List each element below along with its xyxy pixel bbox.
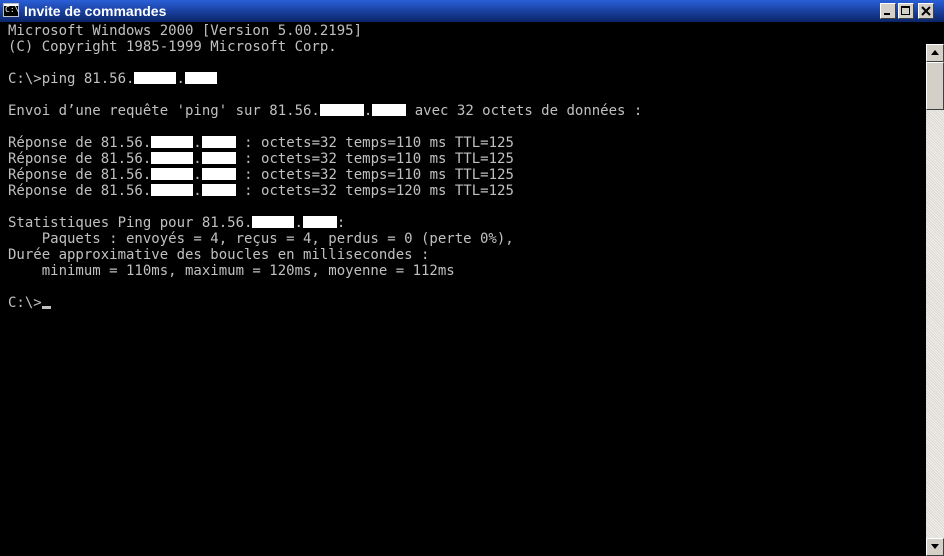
minimize-button[interactable]: [880, 3, 896, 19]
redacted-block: [302, 216, 337, 228]
redacted-block: [372, 104, 407, 116]
redacted-block: [252, 216, 295, 228]
redacted-block: [151, 152, 194, 164]
redacted-block: [201, 184, 236, 196]
redacted-block: [151, 136, 194, 148]
redacted-block: [201, 136, 236, 148]
title-bar[interactable]: C:\ Invite de commandes: [0, 0, 944, 22]
prompt: C:\>: [8, 295, 42, 311]
console-output[interactable]: Microsoft Windows 2000 [Version 5.00.219…: [8, 22, 924, 556]
redacted-block: [151, 168, 194, 180]
console-line: Paquets : envoyés = 4, reçus = 4, perdus…: [8, 231, 514, 247]
redacted-block: [134, 72, 177, 84]
vertical-scrollbar[interactable]: [926, 44, 944, 556]
console-line: (C) Copyright 1985-1999 Microsoft Corp.: [8, 39, 337, 55]
console-line: Durée approximative des boucles en milli…: [8, 247, 430, 263]
window-title: Invite de commandes: [24, 3, 167, 19]
maximize-button[interactable]: [898, 3, 914, 19]
close-button[interactable]: [918, 3, 934, 19]
redacted-block: [319, 104, 364, 116]
redacted-block: [201, 168, 236, 180]
scroll-down-button[interactable]: [926, 538, 944, 556]
console-line: minimum = 110ms, maximum = 120ms, moyenn…: [8, 263, 455, 279]
redacted-block: [151, 184, 194, 196]
console-line: Microsoft Windows 2000 [Version 5.00.219…: [8, 23, 363, 39]
close-icon: [921, 6, 931, 16]
console-line: C:\>ping 81.56..: [8, 71, 217, 87]
reply-line: Réponse de 81.56.. : octets=32 temps=110…: [8, 135, 514, 151]
redacted-block: [184, 72, 217, 84]
prompt-line[interactable]: C:\>: [8, 295, 51, 311]
scroll-up-button[interactable]: [926, 44, 944, 62]
reply-line: Réponse de 81.56.. : octets=32 temps=110…: [8, 167, 514, 183]
console-line: Statistiques Ping pour 81.56..:: [8, 215, 346, 231]
text-cursor: [41, 306, 51, 309]
scrollbar-thumb[interactable]: [926, 62, 944, 110]
reply-line: Réponse de 81.56.. : octets=32 temps=110…: [8, 151, 514, 167]
arrow-up-icon: [931, 50, 939, 55]
arrow-down-icon: [931, 544, 939, 549]
cmd-icon: C:\: [3, 3, 19, 17]
ping-command: C:\>ping 81.56.: [8, 71, 135, 87]
reply-line: Réponse de 81.56.. : octets=32 temps=120…: [8, 183, 514, 199]
redacted-block: [201, 152, 236, 164]
console-line: Envoi d’une requête 'ping' sur 81.56.. a…: [8, 103, 643, 119]
